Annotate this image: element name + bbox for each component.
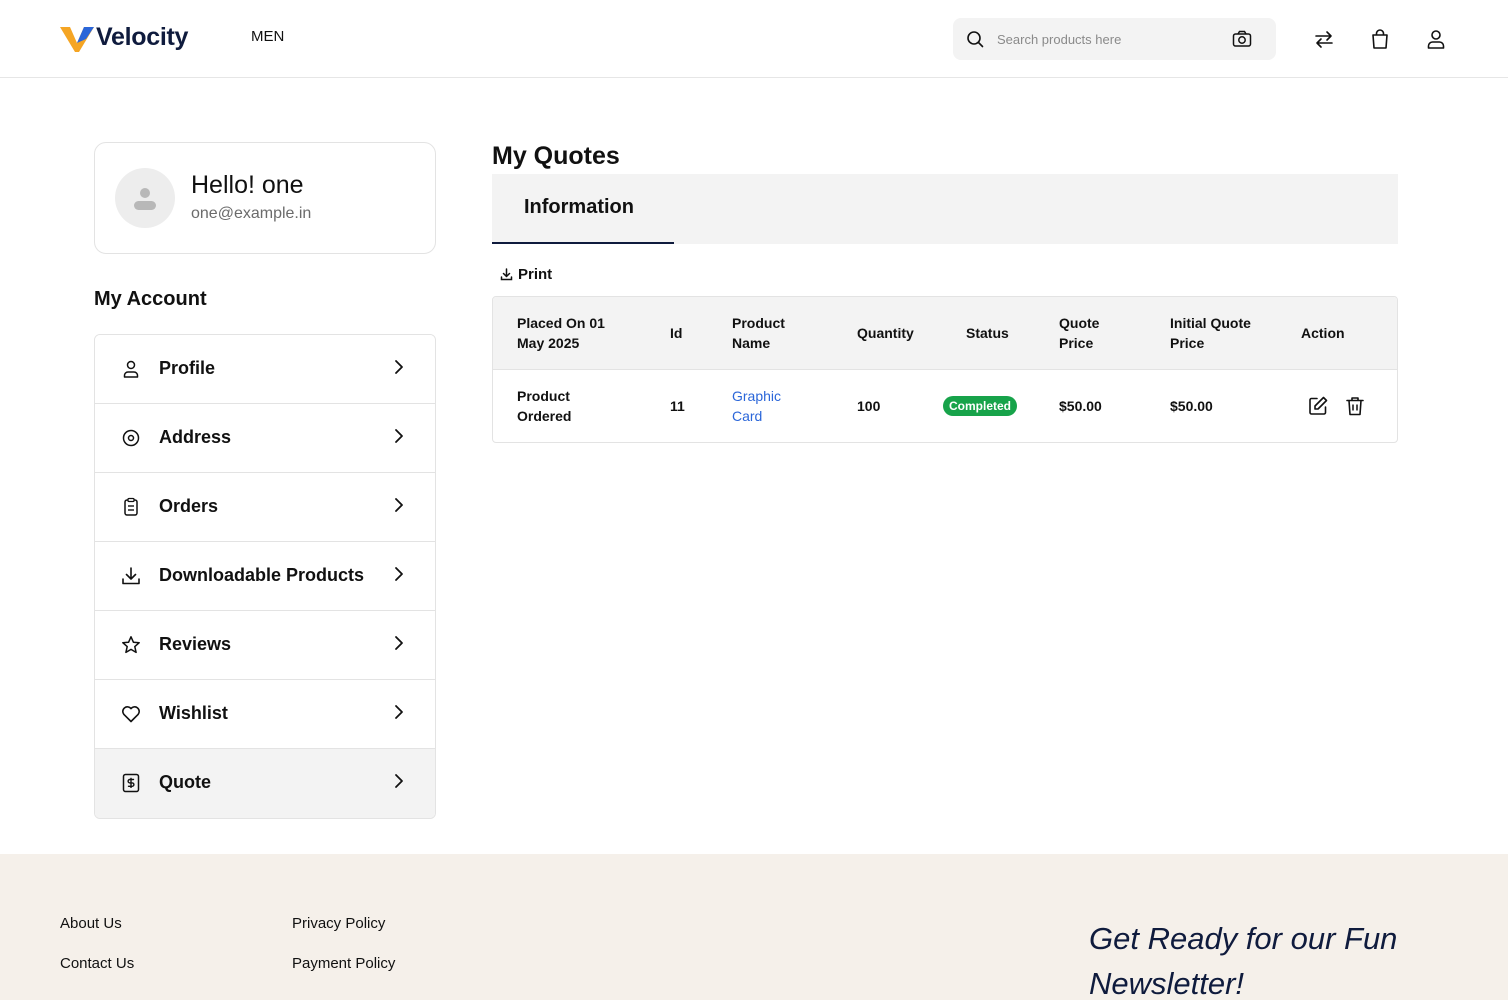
sidebar-item-address[interactable]: Address [95, 404, 435, 473]
heart-icon [122, 706, 140, 723]
greeting-text: Hello! one [191, 171, 304, 199]
logo-mark-icon [60, 27, 94, 52]
download-icon [500, 268, 513, 281]
sidebar-item-orders[interactable]: Orders [95, 473, 435, 542]
footer-link-payment-policy[interactable]: Payment Policy [292, 955, 395, 972]
tab-bar: Information [492, 174, 1398, 244]
sidebar-item-reviews[interactable]: Reviews [95, 611, 435, 680]
user-icon [123, 360, 139, 378]
sidebar-item-label: Wishlist [159, 703, 228, 723]
clipboard-icon [124, 497, 138, 516]
tab-label: Information [524, 196, 634, 218]
location-icon [122, 429, 140, 447]
cell-quantity: 100 [857, 398, 881, 414]
avatar-placeholder-icon [134, 188, 156, 210]
account-menu: Profile Address Orders Downloadable Prod… [94, 334, 436, 819]
header-action: Action [1301, 325, 1345, 341]
chevron-right-icon [395, 360, 403, 374]
sidebar-item-label: Address [159, 427, 232, 447]
logo[interactable]: Velocity [60, 21, 188, 53]
sidebar-item-profile[interactable]: Profile [95, 335, 435, 404]
sidebar-item-label: Reviews [159, 634, 232, 654]
trash-icon[interactable] [1344, 395, 1366, 417]
search-bar [953, 18, 1276, 60]
chevron-right-icon [395, 498, 403, 512]
quotes-table: Placed On 01 May 2025 Id Product Name Qu… [492, 296, 1398, 443]
edit-icon[interactable] [1307, 395, 1329, 417]
chevron-right-icon [395, 774, 403, 788]
chevron-right-icon [395, 705, 403, 719]
footer-link-privacy-policy[interactable]: Privacy Policy [292, 915, 385, 932]
header-quote-price: Quote Price [1059, 315, 1100, 351]
footer-link-contact-us[interactable]: Contact Us [60, 955, 134, 972]
avatar [115, 168, 175, 228]
sidebar-item-label: Orders [159, 496, 219, 516]
cell-placed: Product Ordered [517, 388, 572, 424]
chevron-right-icon [395, 636, 403, 650]
site-footer: About Us Contact Us Privacy Policy Payme… [0, 854, 1508, 1000]
print-label: Print [518, 266, 553, 283]
chevron-right-icon [395, 429, 403, 443]
chevron-right-icon [395, 567, 403, 581]
camera-icon[interactable] [1232, 29, 1252, 49]
header-initial-quote-price: Initial Quote Price [1170, 315, 1251, 351]
cell-quote-price: $50.00 [1059, 398, 1102, 414]
cell-initial-quote-price: $50.00 [1170, 398, 1213, 414]
quote-icon [122, 773, 140, 793]
header-status: Status [966, 325, 1009, 341]
my-account-heading: My Account [94, 288, 207, 310]
page-title: My Quotes [492, 142, 620, 170]
download-icon [122, 567, 140, 585]
site-header: Velocity MEN [0, 0, 1508, 78]
header-id: Id [670, 325, 683, 341]
logo-text: Velocity [96, 22, 189, 51]
sidebar-item-wishlist[interactable]: Wishlist [95, 680, 435, 749]
sidebar-item-label: Quote [159, 772, 211, 792]
nav-men-link[interactable]: MEN [251, 28, 284, 45]
print-button[interactable]: Print [500, 266, 552, 283]
search-input[interactable] [997, 28, 1217, 50]
status-badge: Completed [943, 396, 1018, 416]
star-icon [122, 636, 140, 654]
compare-icon[interactable] [1313, 28, 1335, 50]
tab-information[interactable]: Information [492, 174, 674, 244]
sidebar-item-downloadable-products[interactable]: Downloadable Products [95, 542, 435, 611]
header-product-name: Product Name [732, 315, 785, 351]
sidebar-item-label: Downloadable Products [159, 565, 365, 585]
header-quantity: Quantity [857, 325, 914, 341]
search-icon[interactable] [966, 30, 984, 48]
bag-icon[interactable] [1369, 28, 1391, 50]
profile-card: Hello! one one@example.in [94, 142, 436, 254]
sidebar-item-quote[interactable]: Quote [95, 749, 435, 818]
table-header: Placed On 01 May 2025 Id Product Name Qu… [493, 297, 1397, 370]
product-link[interactable]: Graphic Card [732, 386, 802, 426]
newsletter-heading: Get Ready for our Fun Newsletter! [1089, 921, 1398, 1000]
header-placed-on: Placed On 01 May 2025 [517, 315, 605, 351]
sidebar-item-label: Profile [159, 358, 216, 378]
user-email: one@example.in [191, 205, 312, 222]
footer-link-about-us[interactable]: About Us [60, 915, 122, 932]
user-icon[interactable] [1425, 28, 1447, 50]
cell-id: 11 [670, 398, 685, 414]
